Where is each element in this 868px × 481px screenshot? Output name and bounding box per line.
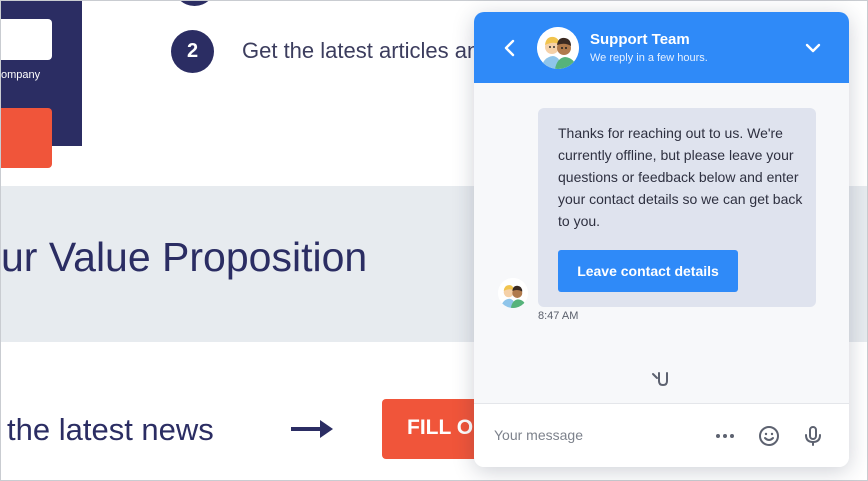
mic-icon[interactable] xyxy=(801,424,825,448)
company-label: ompany xyxy=(1,69,41,81)
team-avatar-icon xyxy=(537,27,579,69)
signup-button[interactable] xyxy=(1,108,52,168)
value-title: ur Value Proposition xyxy=(1,234,368,280)
message-input[interactable] xyxy=(494,421,704,449)
chevron-left-icon[interactable] xyxy=(498,36,522,60)
step-2-text: Get the latest articles and xyxy=(242,38,492,63)
agent-avatar-icon xyxy=(498,278,528,308)
arrow-right-icon xyxy=(291,420,333,438)
team-avatar xyxy=(537,27,579,69)
more-icon[interactable] xyxy=(713,424,737,448)
message-bubble: Thanks for reaching out to us. We're cur… xyxy=(538,108,816,307)
message-text: Thanks for reaching out to us. We're cur… xyxy=(558,125,803,229)
signup-input[interactable] xyxy=(1,19,52,60)
message-composer xyxy=(474,403,849,467)
team-name: Support Team xyxy=(590,31,690,48)
chat-header: Support Team We reply in a few hours. xyxy=(474,12,849,83)
team-status: We reply in a few hours. xyxy=(590,52,708,64)
step-2-circle: 2 xyxy=(171,30,214,73)
chat-widget: Support Team We reply in a few hours. Th… xyxy=(474,12,849,467)
news-heading: the latest news xyxy=(7,412,214,447)
chevron-down-icon[interactable] xyxy=(801,36,825,60)
emoji-icon[interactable] xyxy=(757,424,781,448)
step-1-circle xyxy=(173,1,216,6)
agent-avatar xyxy=(498,278,528,308)
brand-logo-icon xyxy=(652,372,668,387)
leave-contact-button[interactable]: Leave contact details xyxy=(558,250,738,292)
message-time: 8:47 AM xyxy=(538,310,579,322)
